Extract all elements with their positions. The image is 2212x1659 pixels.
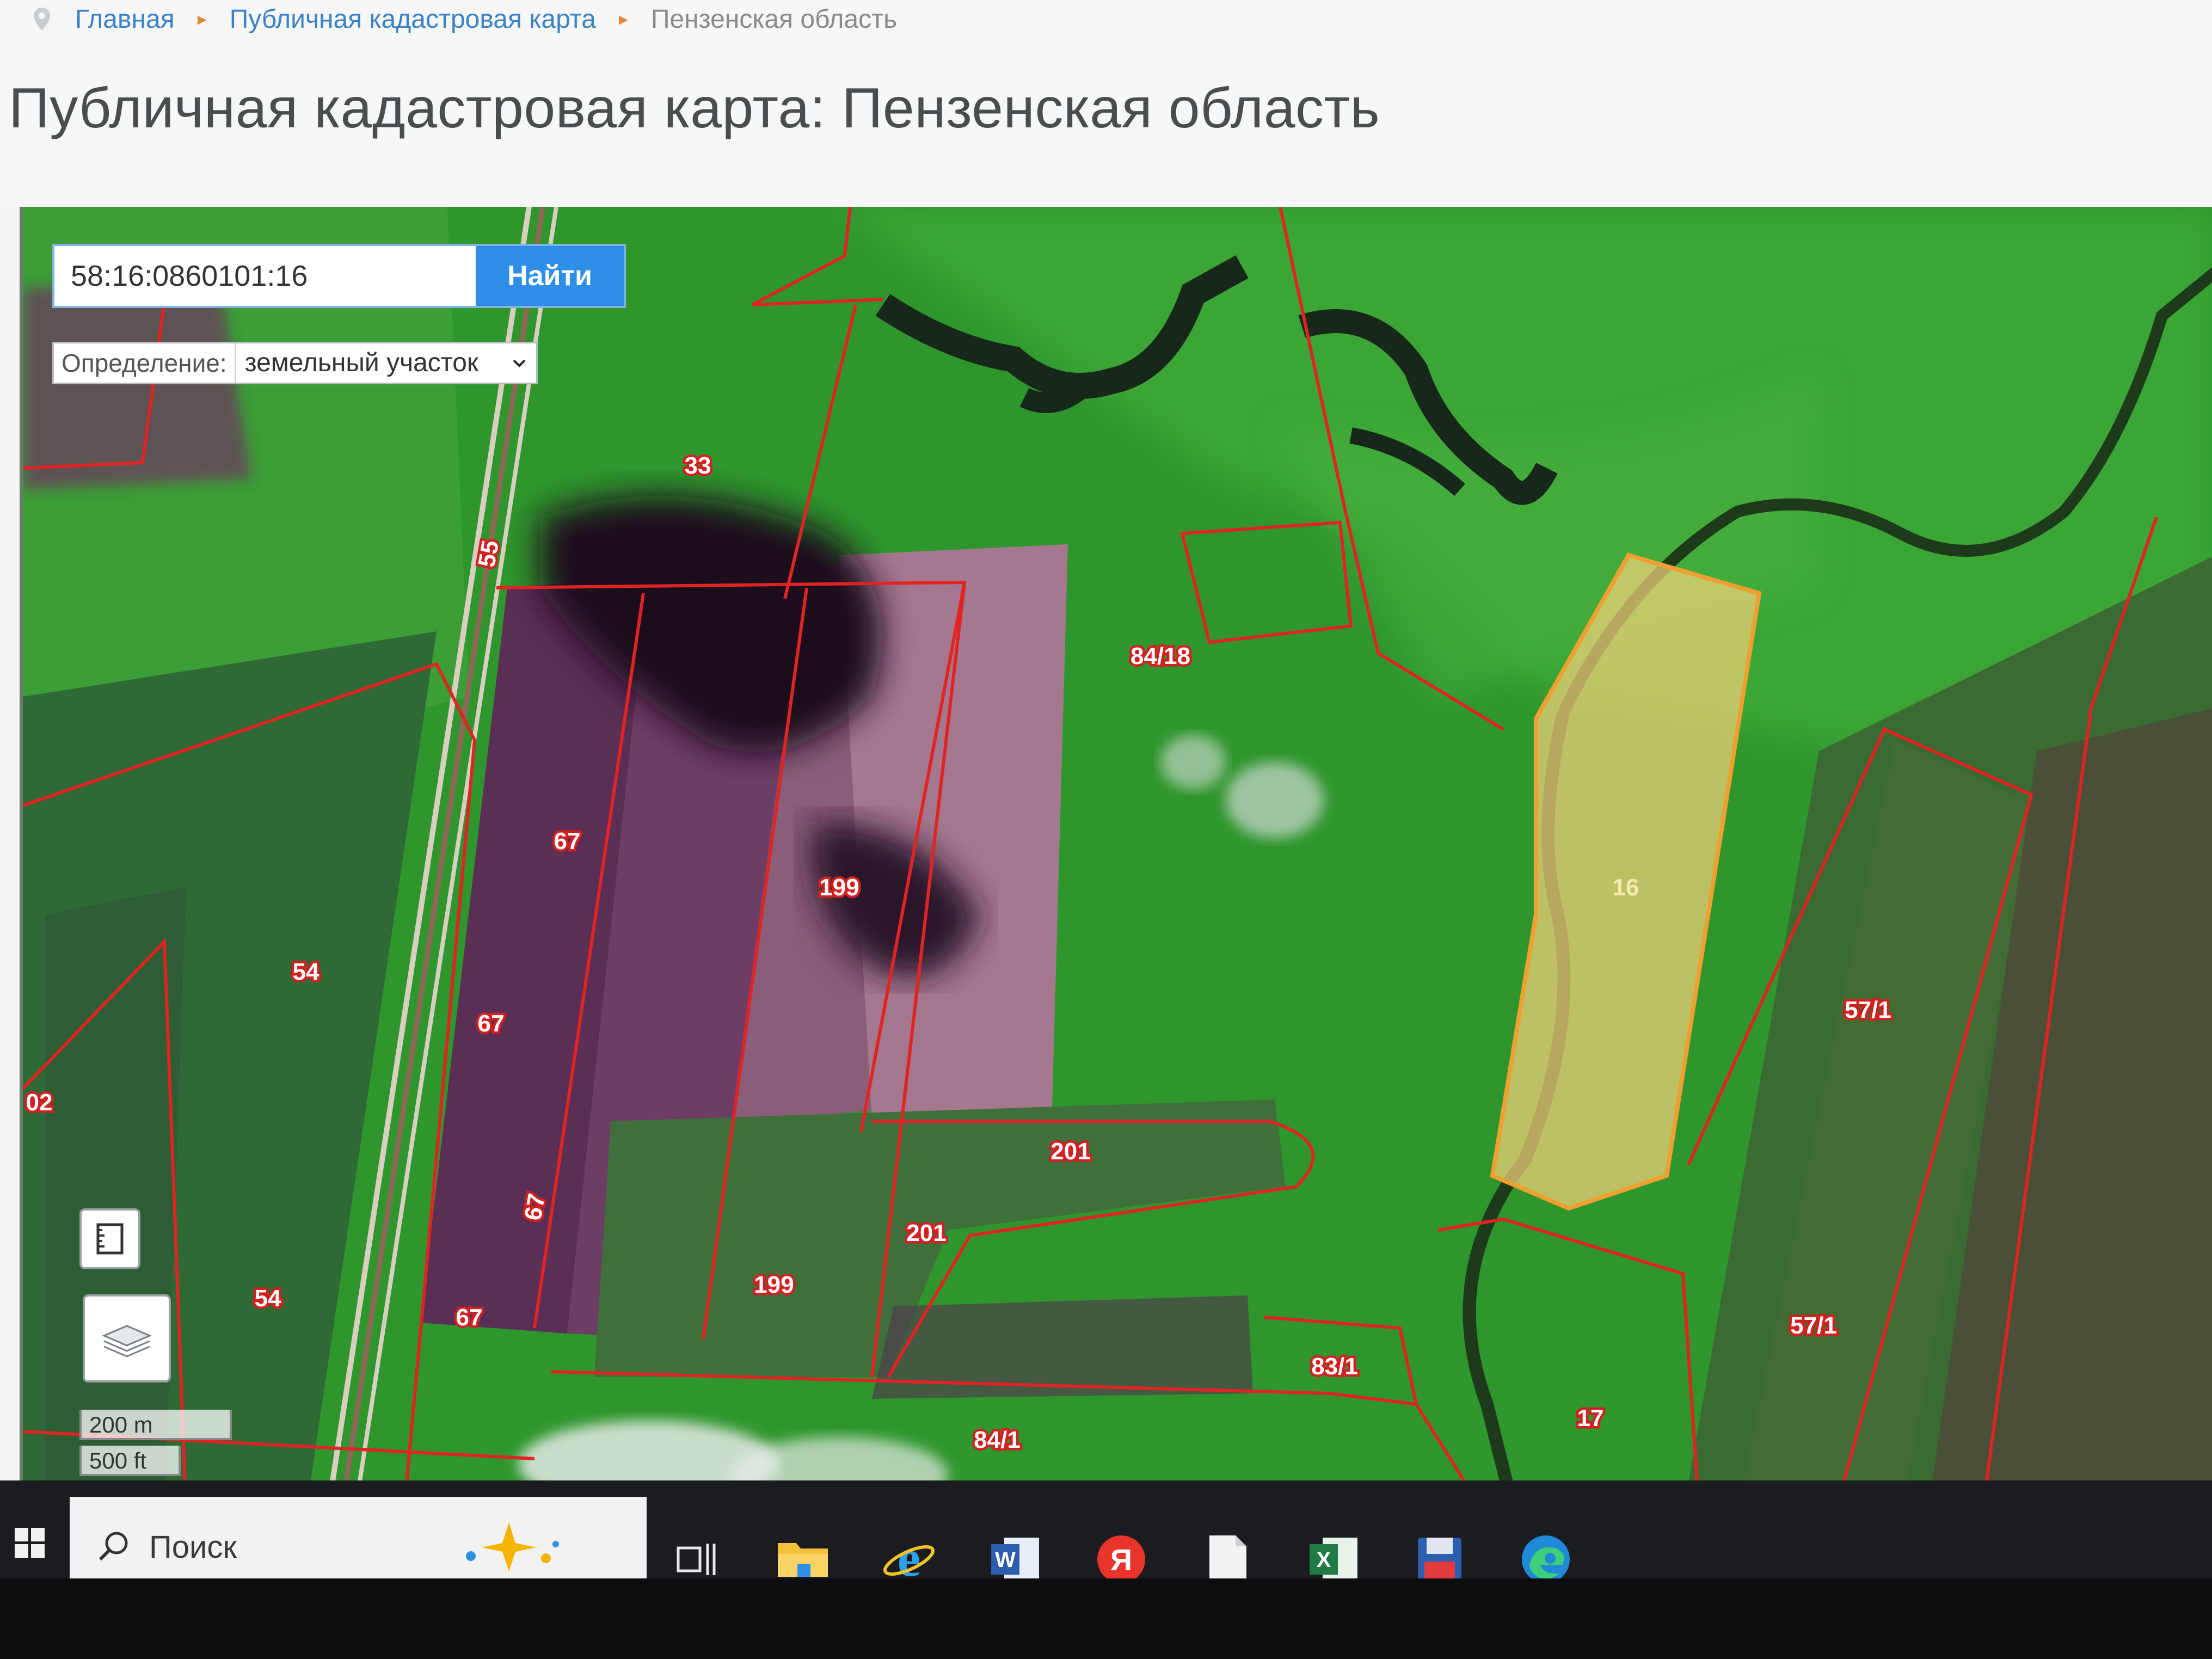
parcel-label[interactable]: 17	[1575, 1403, 1606, 1434]
breadcrumb-current: Пензенская область	[650, 4, 898, 34]
parcel-label[interactable]: 84/1	[972, 1424, 1023, 1456]
svg-text:X: X	[1317, 1548, 1331, 1572]
layers-button[interactable]	[83, 1294, 171, 1382]
cadastral-map[interactable]: 33 55 84/18 67 67 67 67 199 199 54 54 20…	[20, 207, 2212, 1513]
parcel-label[interactable]: 16	[1613, 874, 1639, 901]
parcel-label[interactable]: 33	[682, 450, 714, 482]
monitor-bezel	[0, 1578, 2212, 1659]
search-icon	[99, 1532, 128, 1561]
cadastral-number-input[interactable]	[54, 246, 476, 306]
chevron-down-icon	[513, 359, 526, 367]
definition-label: Определение:	[54, 343, 236, 383]
parcel-label[interactable]: 84/18	[1128, 641, 1193, 672]
parcel-label[interactable]: 55	[471, 536, 507, 572]
cadastral-search-box: Найти	[52, 244, 626, 308]
breadcrumb-section-link[interactable]: Публичная кадастровая карта	[230, 4, 596, 34]
parcel-label[interactable]: 57/1	[1842, 994, 1894, 1026]
find-button[interactable]: Найти	[476, 246, 624, 306]
parcel-label[interactable]: 67	[475, 1008, 507, 1040]
sparkle-icon	[465, 1522, 559, 1571]
scale-bar-imperial: 500 ft	[79, 1446, 181, 1476]
ruler-icon	[96, 1223, 124, 1255]
satellite-imagery: 33 55 84/18 67 67 67 67 199 199 54 54 20…	[23, 207, 2212, 1513]
location-pin-icon	[34, 8, 50, 30]
svg-text:W: W	[995, 1548, 1016, 1572]
definition-selector: Определение: земельный участок	[52, 342, 538, 384]
parcel-label[interactable]: 02	[23, 1087, 55, 1119]
taskbar-search-label: Поиск	[149, 1529, 237, 1565]
parcel-label[interactable]: 201	[904, 1218, 949, 1249]
folder-icon	[778, 1543, 828, 1577]
breadcrumb: Главная ▸ Публичная кадастровая карта ▸ …	[33, 0, 897, 38]
parcel-label[interactable]: 199	[752, 1269, 796, 1301]
parcel-label[interactable]: 67	[453, 1302, 485, 1334]
ruler-button[interactable]	[79, 1208, 140, 1269]
definition-dropdown[interactable]: земельный участок	[236, 343, 536, 383]
scale-bar-metric: 200 m	[79, 1410, 232, 1440]
breadcrumb-separator-icon: ▸	[618, 9, 628, 29]
page-title: Публичная кадастровая карта: Пензенская …	[9, 77, 1380, 140]
svg-text:Я: Я	[1110, 1543, 1132, 1577]
breadcrumb-separator-icon: ▸	[197, 9, 207, 29]
task-view-icon	[677, 1544, 716, 1575]
parcel-label[interactable]: 67	[551, 826, 583, 857]
parcel-label[interactable]: 199	[817, 872, 862, 904]
definition-selected-value: земельный участок	[244, 348, 478, 377]
start-button[interactable]	[0, 1502, 60, 1584]
page-header: Главная ▸ Публичная кадастровая карта ▸ …	[0, 0, 2212, 207]
parcel-label[interactable]: 54	[290, 956, 322, 988]
windows-logo-icon	[15, 1528, 45, 1558]
breadcrumb-home-link[interactable]: Главная	[75, 4, 175, 34]
parcel-label[interactable]: 83/1	[1309, 1351, 1361, 1382]
parcel-label[interactable]: 54	[252, 1283, 284, 1314]
parcel-label[interactable]: 67	[517, 1189, 553, 1225]
layers-icon	[102, 1325, 152, 1357]
parcel-label[interactable]: 57/1	[1788, 1310, 1840, 1342]
parcel-label[interactable]: 201	[1048, 1136, 1093, 1168]
